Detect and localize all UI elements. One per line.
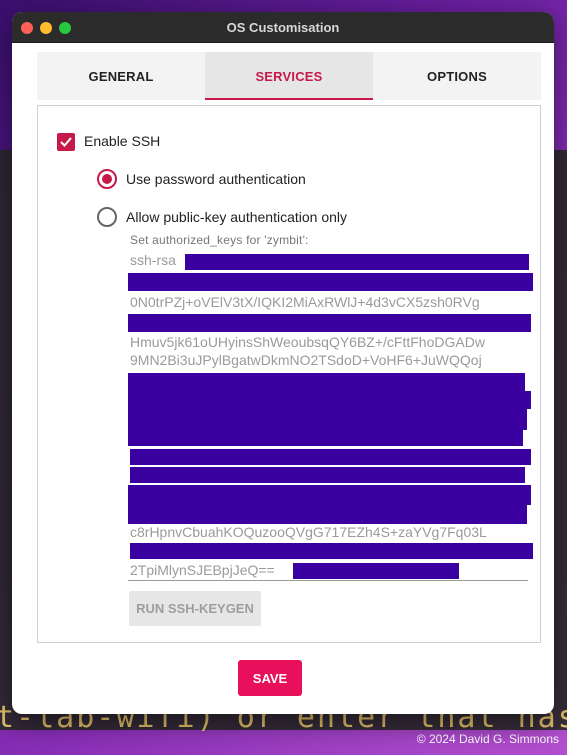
save-button[interactable]: SAVE <box>238 660 302 696</box>
enable-ssh-label[interactable]: Enable SSH <box>84 133 160 149</box>
key-line: 0N0trPZj+oVElV3tX/IQKI2MiAxRWlJ+4d3vCX5z… <box>130 294 480 310</box>
enable-ssh-checkbox[interactable] <box>57 133 75 151</box>
key-line: 2TpiMlynSJEBpjJeQ== <box>130 562 275 578</box>
key-line: 9MN2Bi3uJPylBgatwDkmNO2TSdoD+VoHF6+JuWQQ… <box>130 352 482 368</box>
window-title: OS Customisation <box>226 20 340 35</box>
key-line: ssh-rsa <box>130 252 176 268</box>
redaction-block <box>128 485 531 505</box>
textarea-underline <box>128 580 528 581</box>
redaction-block <box>128 391 531 409</box>
redaction-block <box>128 273 533 291</box>
checkmark-icon <box>60 137 72 147</box>
redaction-block <box>130 449 531 465</box>
pubkey-auth-label[interactable]: Allow public-key authentication only <box>126 209 347 225</box>
redaction-block <box>128 504 527 524</box>
copyright-text: © 2024 David G. Simmons <box>416 732 559 746</box>
authorized-keys-textarea[interactable]: ssh-rsa 0N0trPZj+oVElV3tX/IQKI2MiAxRWlJ+… <box>128 252 534 579</box>
os-customisation-window: OS Customisation GENERAL SERVICES OPTION… <box>12 12 554 714</box>
authorized-keys-label: Set authorized_keys for 'zymbit': <box>130 233 309 247</box>
tab-bar: GENERAL SERVICES OPTIONS <box>37 52 541 100</box>
tab-general[interactable]: GENERAL <box>37 52 205 100</box>
redaction-block <box>130 467 525 483</box>
redaction-block <box>128 408 527 430</box>
run-ssh-keygen-button[interactable]: RUN SSH-KEYGEN <box>129 591 261 626</box>
password-auth-radio[interactable] <box>97 169 117 189</box>
pubkey-auth-radio[interactable] <box>97 207 117 227</box>
redaction-block <box>128 428 523 446</box>
password-auth-label[interactable]: Use password authentication <box>126 171 306 187</box>
tab-services[interactable]: SERVICES <box>205 52 373 100</box>
key-line: Hmuv5jk61oUHyinsShWeoubsqQY6BZ+/cFttFhoD… <box>130 334 485 350</box>
redaction-block <box>130 543 533 559</box>
tab-options[interactable]: OPTIONS <box>373 52 541 100</box>
services-panel: Enable SSH Use password authentication A… <box>37 105 541 643</box>
redaction-block <box>293 563 459 579</box>
redaction-block <box>128 314 531 332</box>
title-bar[interactable]: OS Customisation <box>12 12 554 43</box>
key-line: c8rHpnvCbuahKOQuzooQVgG717EZh4S+zaYVg7Fq… <box>130 524 487 540</box>
redaction-block <box>128 373 525 393</box>
redaction-block <box>185 254 529 270</box>
